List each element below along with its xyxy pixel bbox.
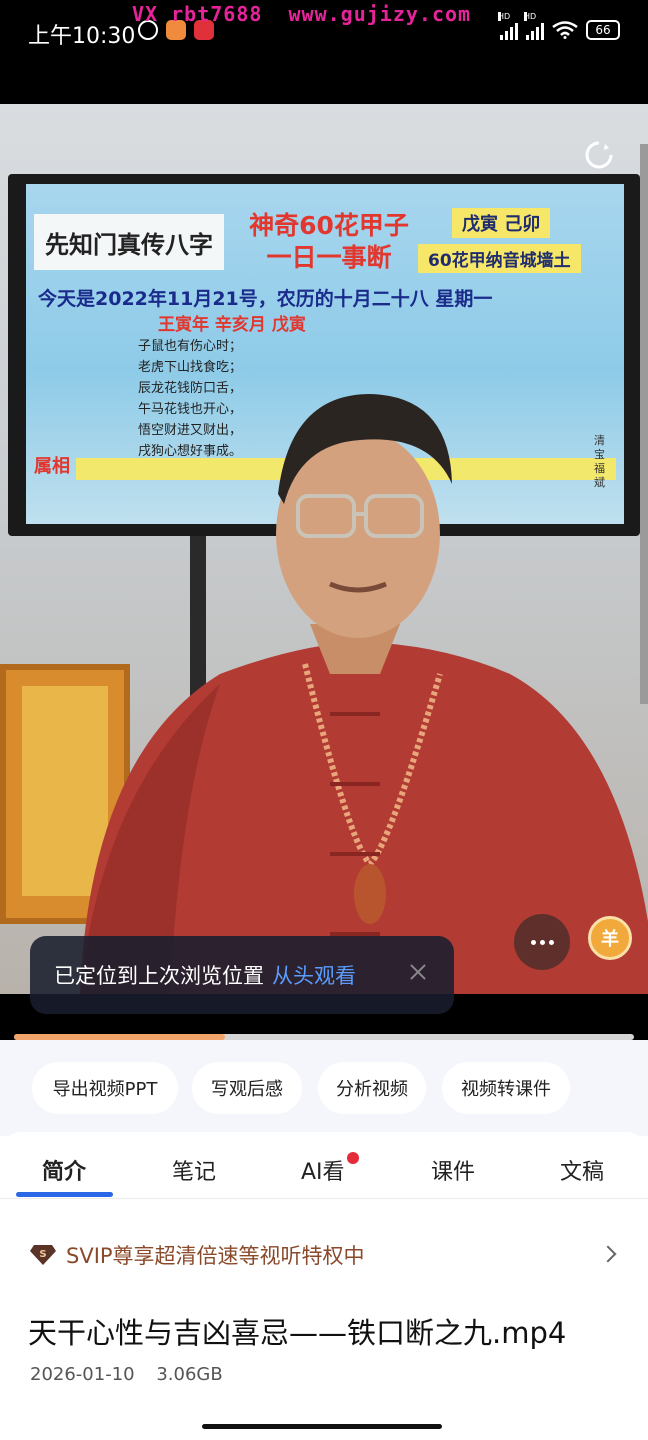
notification-dot <box>347 1152 359 1164</box>
svip-diamond-icon: S <box>30 1245 56 1265</box>
close-icon[interactable] <box>408 962 428 982</box>
presenter-figure <box>80 394 648 994</box>
tab-courseware[interactable]: 课件 <box>431 1154 475 1186</box>
slide-heading-line1: 神奇60花甲子 <box>249 211 409 240</box>
dot <box>548 939 554 945</box>
svip-text: SVIP尊享超清倍速等视听特权中 <box>66 1244 365 1268</box>
signal-icon-2: HD <box>524 12 544 40</box>
toast-message: 已定位到上次浏览位置 <box>54 964 264 988</box>
svip-banner[interactable]: S SVIP尊享超清倍速等视听特权中 <box>30 1238 620 1272</box>
resume-toast: 已定位到上次浏览位置 从头观看 <box>30 936 454 1014</box>
file-date: 2026-01-10 <box>30 1364 135 1385</box>
file-size: 3.06GB <box>156 1364 223 1385</box>
slide-date-line: 今天是2022年11月21号，农历的十月二十八 星期一 <box>38 288 493 310</box>
detail-panel: 简介 笔记 AI看 课件 文稿 S SVIP尊享超清倍速等视听特权中 天干心性与… <box>0 1132 648 1440</box>
watermark-text: VX rbt7688 www.gujizy.com <box>132 2 472 26</box>
tab-notes[interactable]: 笔记 <box>172 1154 216 1186</box>
video-player[interactable]: 先知门真传八字 神奇60花甲子 一日一事断 戊寅 己卯 60花甲纳音城墙土 今天… <box>0 64 648 1040</box>
poem-line: 子鼠也有伤心时； <box>138 339 243 354</box>
watch-from-start-link[interactable]: 从头观看 <box>272 960 356 990</box>
home-indicator[interactable] <box>202 1424 442 1429</box>
slide-ganzhi: 戊寅 己卯 <box>452 208 551 238</box>
divider <box>0 1198 648 1199</box>
hd-label: HD <box>498 12 511 21</box>
dot <box>530 939 536 945</box>
slide-nayin: 60花甲纳音城墙土 <box>418 244 581 273</box>
tab-intro[interactable]: 简介 <box>42 1154 86 1186</box>
active-tab-indicator <box>16 1192 113 1197</box>
more-options-button[interactable] <box>514 914 570 970</box>
video-tools-row: 导出视频PPT 写观后感 分析视频 视频转课件 <box>0 1040 648 1136</box>
chevron-right-icon <box>599 1245 617 1263</box>
wifi-icon <box>552 21 578 39</box>
analyze-video-button[interactable]: 分析视频 <box>318 1062 426 1114</box>
tab-transcript[interactable]: 文稿 <box>560 1154 604 1186</box>
refresh-icon[interactable] <box>584 140 614 170</box>
status-time: 上午10:30 <box>28 24 136 49</box>
file-meta: 2026-01-10 3.06GB <box>30 1364 223 1385</box>
signal-icon: HD <box>498 12 518 40</box>
slide-heading: 神奇60花甲子 一日一事断 <box>234 210 424 274</box>
dot <box>539 939 545 945</box>
hd-label-2: HD <box>524 12 537 21</box>
video-frame: 先知门真传八字 神奇60花甲子 一日一事断 戊寅 己卯 60花甲纳音城墙土 今天… <box>0 104 648 994</box>
battery-icon: 66 <box>586 20 620 40</box>
slide-title: 先知门真传八字 <box>34 214 224 270</box>
slide-pillars: 王寅年 辛亥月 戊寅 <box>158 315 306 335</box>
slide-heading-line2: 一日一事断 <box>266 243 392 272</box>
svip-badge-letter: S <box>39 1249 46 1260</box>
export-ppt-button[interactable]: 导出视频PPT <box>32 1062 178 1114</box>
coin-reward-icon[interactable]: 羊 <box>588 916 632 960</box>
tab-ai-watch[interactable]: AI看 <box>301 1154 345 1186</box>
status-bar: 上午10:30 VX rbt7688 www.gujizy.com HD HD … <box>0 0 648 64</box>
status-system-icons: HD HD 66 <box>498 12 620 40</box>
write-review-button[interactable]: 写观后感 <box>192 1062 302 1114</box>
video-to-courseware-button[interactable]: 视频转课件 <box>442 1062 570 1114</box>
file-title: 天干心性与吉凶喜忌——铁口断之九.mp4 <box>28 1316 567 1350</box>
